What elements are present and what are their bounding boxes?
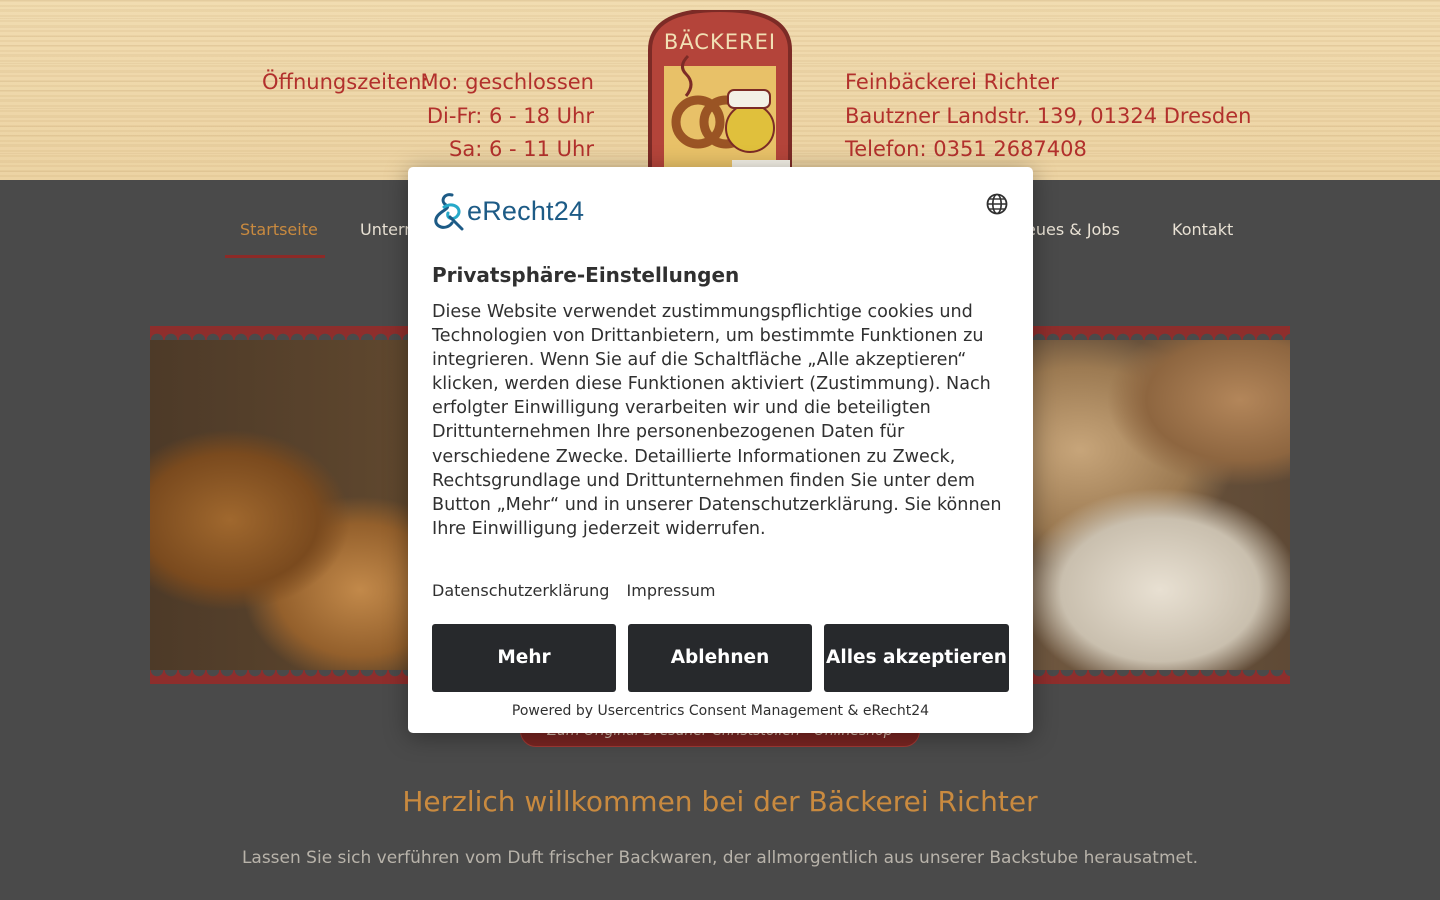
consent-description: Diese Website verwendet zustimmungspflic… (432, 302, 1002, 539)
accept-all-button[interactable]: Alles akzeptieren (824, 624, 1009, 692)
consent-links: Datenschutzerklärung Impressum (432, 581, 727, 600)
consent-title: Privatsphäre-Einstellungen (432, 263, 740, 287)
powered-by-text: Powered by Usercentrics Consent Manageme… (511, 703, 930, 719)
consent-dialog: eRecht24 Privatsphäre-Einstellungen Dies… (408, 167, 1033, 733)
privacy-policy-link[interactable]: Datenschutzerklärung (432, 581, 609, 600)
globe-icon[interactable] (985, 192, 1009, 216)
more-button[interactable]: Mehr (432, 624, 616, 692)
erecht24-logo: eRecht24 (432, 191, 584, 231)
imprint-link[interactable]: Impressum (627, 581, 716, 600)
brand-name: eRecht24 (467, 195, 585, 226)
deny-button[interactable]: Ablehnen (628, 624, 812, 692)
erecht24-mark-icon (434, 193, 464, 231)
